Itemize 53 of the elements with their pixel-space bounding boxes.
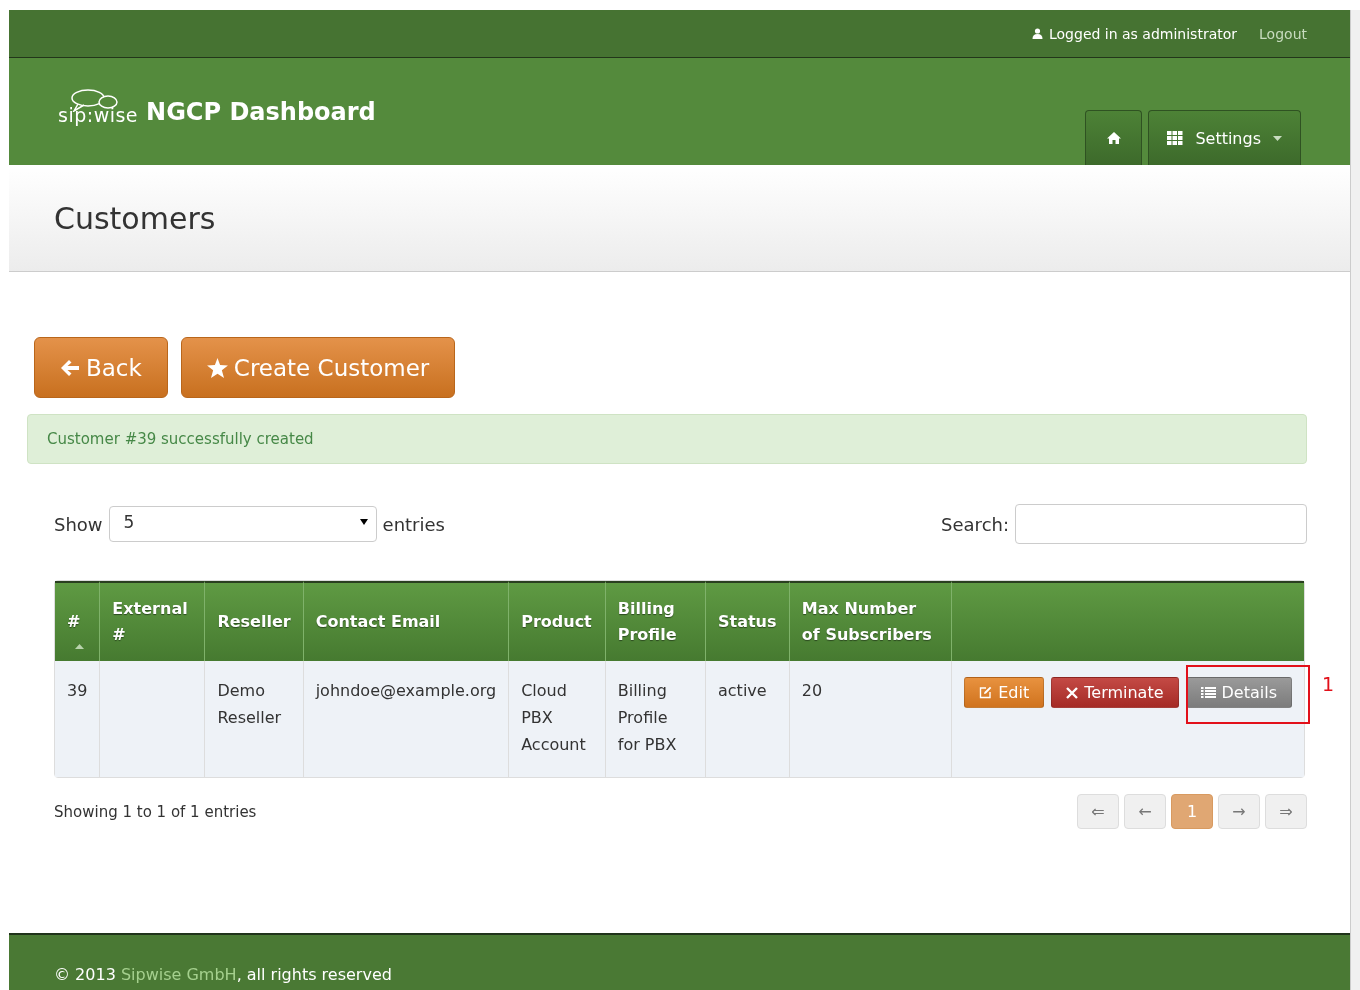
details-button[interactable]: Details [1185,677,1292,708]
success-alert: Customer #39 successfully created [27,414,1307,464]
dropdown-arrow-icon [359,519,368,525]
table-cell: Demo Reseller [217,681,282,727]
entries-select[interactable]: 5 [108,506,377,542]
app-title[interactable]: NGCP Dashboard [146,97,376,126]
page-button[interactable]: 1 [1171,794,1213,829]
callout-number: 1 [1321,672,1334,697]
star-icon [206,357,228,378]
page-button[interactable]: ⇒ [1265,794,1307,829]
table-cell: 39 [67,681,88,700]
home-icon [1105,131,1122,145]
logout-link[interactable]: Logout [1259,25,1307,42]
search-field[interactable] [1015,504,1307,544]
user-icon [1032,28,1043,39]
search-label: Search: [941,513,1009,535]
table-info: Showing 1 to 1 of 1 entries [54,802,257,821]
back-button[interactable]: Back [34,337,168,398]
terminate-button[interactable]: Terminate [1051,677,1179,708]
list-icon [1200,686,1216,699]
column-header[interactable]: Contact Email [302,581,509,661]
page-button[interactable]: → [1218,794,1260,829]
column-header[interactable]: Status [705,581,789,661]
entries-label: entries [382,513,445,535]
table-cell: Cloud PBX Account [521,681,586,754]
page-button[interactable]: ← [1124,794,1166,829]
logged-in-user: Logged in as administrator [1049,25,1238,42]
column-header[interactable]: Reseller [204,581,303,661]
company-link[interactable]: Sipwise GmbH [120,965,237,984]
column-header[interactable]: Billing Profile [604,581,705,661]
brand-logo[interactable]: sip:wise [58,87,139,126]
column-header[interactable]: # [55,581,100,661]
caret-icon [1273,135,1282,141]
table-cell: active [718,681,767,700]
create-customer-button[interactable]: Create Customer [180,337,456,398]
arrow-left-icon [60,358,80,377]
column-header[interactable]: External # [99,581,205,661]
show-label: Show [54,513,103,535]
table-cell: 20 [801,681,823,700]
close-icon [1066,686,1079,699]
table-cell: Billing Profile for PBX [617,681,677,754]
scrollbar[interactable] [1350,10,1360,990]
column-header[interactable]: Max Number of Subscribers [788,581,952,661]
copyright-text: © 2013 Sipwise GmbH, all rights reserved [54,965,392,984]
edit-button[interactable]: Edit [964,677,1045,708]
home-button[interactable] [1085,110,1143,165]
grid-icon [1167,131,1184,145]
page-button[interactable]: ⇐ [1077,794,1119,829]
settings-button[interactable]: Settings [1148,110,1301,165]
edit-icon [979,686,993,699]
page-title: Customers [54,200,216,236]
column-header[interactable]: Product [508,581,605,661]
table-cell: johndoe@example.org [315,681,497,700]
